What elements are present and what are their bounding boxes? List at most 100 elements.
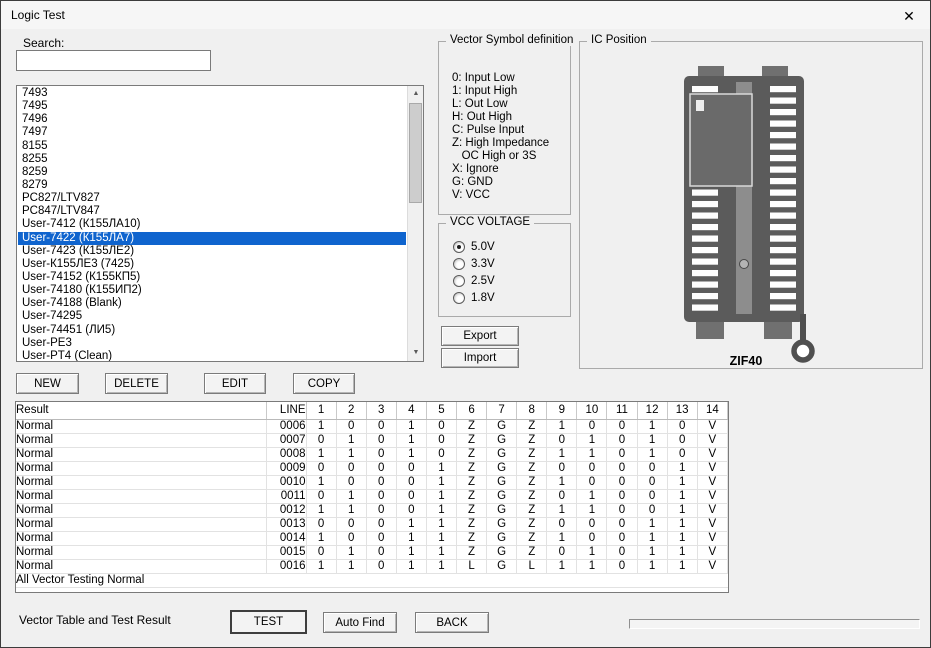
table-row[interactable]: Normal001211001ZGZ11001V: [16, 503, 728, 517]
zif-slot: [692, 293, 718, 299]
table-row[interactable]: Normal000811010ZGZ11010V: [16, 447, 728, 461]
chip-list-item[interactable]: User-74180 (К155ИП2): [18, 284, 406, 297]
vector-symbol-line: X: Ignore: [452, 163, 549, 176]
socket-screw: [740, 260, 749, 269]
chip-list-item[interactable]: User-74152 (К155КП5): [18, 271, 406, 284]
zif-slot: [770, 236, 796, 242]
progress-bar: [629, 619, 920, 629]
zif-slot: [770, 247, 796, 253]
vcc-option-5.0V[interactable]: 5.0V: [453, 238, 495, 255]
column-header[interactable]: 12: [637, 402, 667, 419]
column-header[interactable]: 14: [697, 402, 727, 419]
vector-symbol-line: Z: High Impedance: [452, 137, 549, 150]
table-row[interactable]: Normal000701010ZGZ01010V: [16, 433, 728, 447]
chip-list-item[interactable]: PC827/LTV827: [18, 192, 406, 205]
chip-list-item[interactable]: 8255: [18, 153, 406, 166]
vcc-option-label: 3.3V: [471, 258, 495, 270]
copy-button[interactable]: COPY: [293, 373, 355, 394]
zif-slot: [770, 293, 796, 299]
chip-list-item[interactable]: User-74188 (Blank): [18, 297, 406, 310]
vcc-option-1.8V[interactable]: 1.8V: [453, 289, 495, 306]
edit-button[interactable]: EDIT: [204, 373, 266, 394]
table-row[interactable]: Normal001300011ZGZ00011V: [16, 517, 728, 531]
vector-symbol-line: L: Out Low: [452, 98, 549, 111]
back-button[interactable]: BACK: [415, 612, 489, 633]
column-header[interactable]: 1: [306, 402, 336, 419]
radio-icon[interactable]: [453, 292, 465, 304]
vcc-option-label: 2.5V: [471, 275, 495, 287]
chip-listbox[interactable]: 74937495749674978155825582598279PC827/LT…: [16, 85, 424, 362]
chip-list-item[interactable]: 8279: [18, 179, 406, 192]
delete-button[interactable]: DELETE: [105, 373, 168, 394]
zif-slot: [770, 121, 796, 127]
scroll-up-icon[interactable]: ▲: [408, 86, 424, 102]
export-button[interactable]: Export: [441, 326, 519, 346]
chip-list-item[interactable]: 7496: [18, 113, 406, 126]
chip-list-item[interactable]: 8259: [18, 166, 406, 179]
chip-list-item[interactable]: User-7412 (К155ЛА10): [18, 218, 406, 231]
zif-slot: [770, 132, 796, 138]
zif-slot: [770, 213, 796, 219]
column-header[interactable]: 5: [426, 402, 456, 419]
table-row[interactable]: Normal000610010ZGZ10010V: [16, 419, 728, 433]
column-header[interactable]: LINE: [266, 402, 306, 419]
column-header[interactable]: Result: [16, 402, 266, 419]
scroll-down-icon[interactable]: ▼: [408, 345, 424, 361]
import-button[interactable]: Import: [441, 348, 519, 368]
chip-list-item[interactable]: User-74295: [18, 310, 406, 323]
chip-list-item[interactable]: User-7423 (К155ЛЕ2): [18, 245, 406, 258]
table-row[interactable]: Normal001410011ZGZ10011V: [16, 531, 728, 545]
vector-table-container[interactable]: ResultLINE1234567891011121314 Normal0006…: [15, 401, 729, 593]
zif-slot: [770, 109, 796, 115]
chip-list-item[interactable]: 7493: [18, 87, 406, 100]
column-header[interactable]: 4: [396, 402, 426, 419]
zif-slot: [692, 224, 718, 230]
vector-symbol-group: Vector Symbol definition 0: Input Low1: …: [438, 41, 571, 215]
zif-slot: [770, 167, 796, 173]
table-row[interactable]: Normal001501011ZGZ01011V: [16, 545, 728, 559]
column-header[interactable]: 3: [366, 402, 396, 419]
table-row[interactable]: Normal001101001ZGZ01001V: [16, 489, 728, 503]
chip-list-item[interactable]: User-PE3: [18, 337, 406, 350]
zif-socket-graphic: [662, 64, 832, 369]
new-button[interactable]: NEW: [16, 373, 79, 394]
column-header[interactable]: 10: [577, 402, 607, 419]
auto-find-button[interactable]: Auto Find: [323, 612, 397, 633]
listbox-scrollbar[interactable]: ▲ ▼: [407, 86, 423, 361]
chip-list-item[interactable]: User-74451 (ЛИ5): [18, 324, 406, 337]
column-header[interactable]: 2: [336, 402, 366, 419]
column-header[interactable]: 11: [607, 402, 637, 419]
table-row[interactable]: Normal000900001ZGZ00001V: [16, 461, 728, 475]
table-row[interactable]: Normal001611011LGL11011V: [16, 559, 728, 573]
chip-list-item[interactable]: User-7422 (К155ЛА7): [18, 232, 406, 245]
bottom-status-label: Vector Table and Test Result: [19, 613, 171, 627]
lever-stem: [800, 314, 806, 340]
table-row[interactable]: Normal001010001ZGZ10001V: [16, 475, 728, 489]
chip-list-item[interactable]: PC847/LTV847: [18, 205, 406, 218]
zif-slot: [770, 190, 796, 196]
chip-list-item[interactable]: 7495: [18, 100, 406, 113]
logic-test-window: Logic Test ✕ Search: 7493749574967497815…: [0, 0, 931, 648]
zif-slot: [770, 270, 796, 276]
column-header[interactable]: 9: [547, 402, 577, 419]
radio-icon[interactable]: [453, 275, 465, 287]
vcc-option-3.3V[interactable]: 3.3V: [453, 255, 495, 272]
chip-list-item[interactable]: User-К155ЛЕ3 (7425): [18, 258, 406, 271]
chip-list-item[interactable]: 7497: [18, 126, 406, 139]
zif-slot: [770, 305, 796, 311]
radio-icon[interactable]: [453, 241, 465, 253]
chip-list-item[interactable]: 8155: [18, 140, 406, 153]
vector-symbol-line: V: VCC: [452, 189, 549, 202]
scrollbar-thumb[interactable]: [409, 103, 422, 203]
column-header[interactable]: 6: [456, 402, 486, 419]
chip-list-item[interactable]: User-PT4 (Clean): [18, 350, 406, 362]
radio-icon[interactable]: [453, 258, 465, 270]
column-header[interactable]: 7: [487, 402, 517, 419]
column-header[interactable]: 8: [517, 402, 547, 419]
table-header-row: ResultLINE1234567891011121314: [16, 402, 728, 419]
test-button[interactable]: TEST: [230, 610, 307, 634]
search-input[interactable]: [16, 50, 211, 71]
column-header[interactable]: 13: [667, 402, 697, 419]
close-icon[interactable]: ✕: [898, 6, 920, 26]
vcc-option-2.5V[interactable]: 2.5V: [453, 272, 495, 289]
